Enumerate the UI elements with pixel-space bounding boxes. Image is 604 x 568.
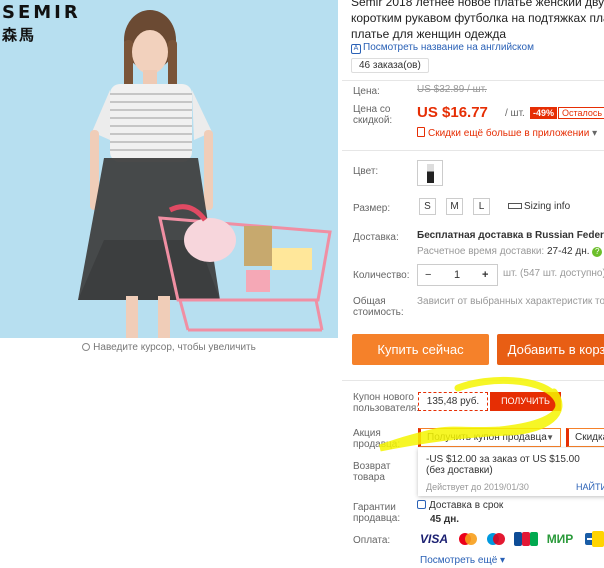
mastercard-icon <box>457 531 479 547</box>
shipping-time: Расчетное время доставки: 27-42 дн. ? <box>417 246 603 257</box>
divider <box>342 380 604 381</box>
offer-line: (без доставки) <box>426 465 493 476</box>
guarantee-days: 45 дн. <box>430 514 460 525</box>
discount-badge: -49% <box>530 107 558 119</box>
seller-coupon-select[interactable]: Получить купон продавца ▼ <box>418 428 561 447</box>
brand-latin: SEMIR <box>2 2 81 23</box>
title-line: Semir 2018 летнее новое платье женский д… <box>351 0 604 9</box>
view-english-link[interactable]: A Посмотреть название на английском <box>351 42 534 54</box>
shipping-main[interactable]: Бесплатная доставка в Russian Federation <box>417 230 604 241</box>
zoom-hint-text: Наведите курсор, чтобы увеличить <box>93 342 256 353</box>
seller-discount-select[interactable]: Скидка <box>566 428 604 447</box>
orders-count: 46 заказа(ов) <box>351 58 429 73</box>
total-note: Зависит от выбранных характеристик товар <box>417 296 604 307</box>
quantity-stepper: − 1 + <box>417 264 498 286</box>
minus-button[interactable]: − <box>425 269 431 281</box>
more-payment-text: Посмотреть ещё <box>420 555 498 566</box>
jcb-icon <box>513 531 539 547</box>
shipping-time-value: 27-42 дн. <box>547 246 590 257</box>
model-photo <box>0 0 338 338</box>
add-to-cart-button[interactable]: Добавить в корзину <box>497 334 604 365</box>
price-label: Цена: <box>353 86 380 97</box>
maestro-icon <box>485 531 507 547</box>
phone-icon <box>417 127 425 137</box>
payment-label: Оплата: <box>353 535 391 546</box>
dress-thumb <box>427 164 434 183</box>
discount-price: US $16.77 <box>417 104 488 121</box>
visa-icon: VISA <box>419 532 448 546</box>
guarantee-label: Гарантии продавца: <box>353 502 401 524</box>
translate-icon: A <box>351 44 361 54</box>
more-payment-link[interactable]: Посмотреть ещё ▾ <box>420 555 505 566</box>
discount-price-label: Цена со скидкой: <box>353 104 393 126</box>
old-price: US $32.89 / шт. <box>417 84 487 95</box>
ruler-icon <box>508 203 522 209</box>
payment-more-icon <box>592 531 604 547</box>
size-m-button[interactable]: M <box>446 198 463 215</box>
shipping-label: Доставка: <box>353 232 399 243</box>
returns-label: Возврат товара <box>353 461 391 483</box>
color-swatch[interactable] <box>417 160 443 186</box>
color-label: Цвет: <box>353 166 379 177</box>
shipping-time-prefix: Расчетное время доставки: <box>417 246 545 257</box>
new-user-coupon-label: Купон нового пользователя: <box>353 392 420 414</box>
size-l-button[interactable]: L <box>473 198 490 215</box>
product-image[interactable]: SEMIR 森馬 <box>0 0 338 338</box>
shield-icon <box>417 500 426 509</box>
app-discount-link[interactable]: Скидки ещё больше в приложении ▾ <box>417 127 597 139</box>
chevron-down-icon: ▼ <box>546 433 554 442</box>
total-label: Общая стоимость: <box>353 296 404 318</box>
guarantee-info: Доставка в срок <box>417 500 503 511</box>
sizing-info-text: Sizing info <box>524 201 571 212</box>
product-title: Semir 2018 летнее новое платье женский д… <box>351 0 604 42</box>
app-discount-text: Скидки ещё больше в приложении <box>428 128 590 139</box>
title-line: коротким рукавом футболка на подтяжках п… <box>351 11 604 25</box>
get-coupon-button[interactable]: ПОЛУЧИТЬ <box>490 392 561 411</box>
quantity-value[interactable]: 1 <box>454 269 460 281</box>
seller-coupon-dropdown: -US $12.00 за заказ от US $15.00 (без до… <box>418 448 604 496</box>
price-unit: / шт. <box>505 108 525 119</box>
divider <box>342 150 604 151</box>
offer-valid-until: Действует до 2019/01/30 <box>426 482 529 492</box>
coupon-value: 135,48 руб. <box>418 392 488 411</box>
find-offer-link[interactable]: НАЙТИ <box>576 482 604 492</box>
seller-promo-label: Акция продавца: <box>353 428 401 450</box>
plus-button[interactable]: + <box>482 269 488 281</box>
brand-cjk: 森馬 <box>2 26 37 44</box>
magnifier-icon <box>82 343 91 351</box>
zoom-hint: Наведите курсор, чтобы увеличить <box>0 342 338 353</box>
seller-coupon-text: Получить купон продавца <box>427 432 547 443</box>
chevron-down-icon: ▾ <box>592 128 598 139</box>
quantity-label: Количество: <box>353 270 410 281</box>
title-line: платье для женщин одежда <box>351 27 507 41</box>
product-info-panel: Semir 2018 летнее новое платье женский д… <box>342 0 604 568</box>
view-english-text: Посмотреть название на английском <box>363 42 534 53</box>
offer-line: -US $12.00 за заказ от US $15.00 <box>426 454 580 465</box>
remaining-badge: Осталось <box>558 107 604 119</box>
mir-icon: МИР <box>546 532 574 546</box>
help-icon[interactable]: ? <box>592 247 603 257</box>
quantity-available: шт. (547 шт. доступно) <box>503 268 604 279</box>
guarantee-text: Доставка в срок <box>429 500 504 511</box>
size-s-button[interactable]: S <box>419 198 436 215</box>
buy-now-button[interactable]: Купить сейчас <box>352 334 489 365</box>
brand-logo: SEMIR 森馬 <box>2 4 81 43</box>
chevron-down-icon: ▾ <box>500 555 506 566</box>
size-label: Размер: <box>353 203 391 214</box>
divider <box>342 80 604 81</box>
sizing-info-link[interactable]: Sizing info <box>508 201 570 212</box>
